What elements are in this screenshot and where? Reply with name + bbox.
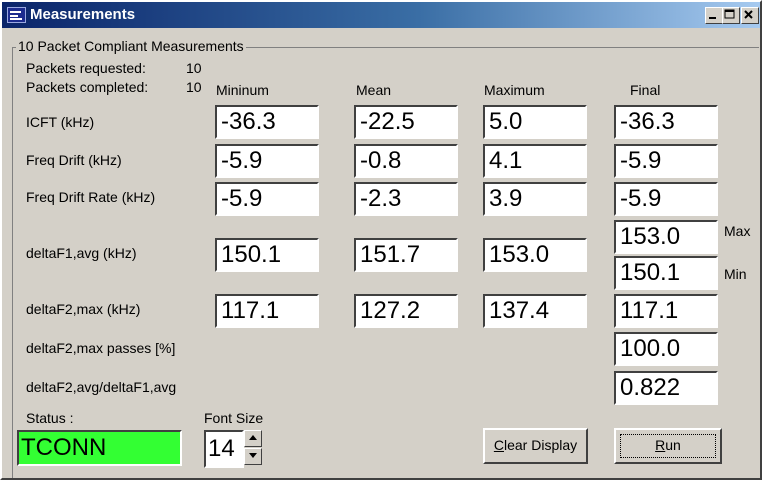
font-size-down-button[interactable]: [244, 448, 262, 465]
maximize-icon: [724, 9, 735, 19]
deltaf1-avg-min-field[interactable]: 150.1: [215, 238, 319, 272]
deltaf1-avg-final-max-field[interactable]: 153.0: [614, 220, 718, 254]
packets-completed-label: Packets completed:: [26, 79, 149, 95]
deltaf1-avg-max-field[interactable]: 153.0: [483, 238, 587, 272]
close-icon: [744, 10, 753, 19]
packets-completed-value: 10: [186, 79, 202, 95]
freq-drift-rate-max-field[interactable]: 3.9: [483, 182, 587, 216]
freq-drift-min-field[interactable]: -5.9: [215, 144, 319, 178]
status-label: Status :: [26, 410, 74, 426]
title-bar[interactable]: Measurements: [2, 2, 760, 28]
freq-drift-max-field[interactable]: 4.1: [483, 144, 587, 178]
row-label-deltaf1-avg: deltaF1,avg (kHz): [26, 245, 137, 261]
font-size-label: Font Size: [204, 410, 264, 426]
row-label-deltaf-ratio: deltaF2,avg/deltaF1,avg: [26, 379, 177, 395]
maximize-button[interactable]: [722, 7, 740, 24]
clear-display-label: lear Display: [503, 437, 578, 453]
window-title: Measurements: [30, 6, 136, 23]
run-button[interactable]: Run: [614, 428, 722, 464]
row-label-deltaf2-max: deltaF2,max (kHz): [26, 301, 141, 317]
packets-requested-value: 10: [186, 60, 202, 76]
freq-drift-rate-min-field[interactable]: -5.9: [215, 182, 319, 216]
deltaf2-max-max-field[interactable]: 137.4: [483, 294, 587, 328]
freq-drift-rate-mean-field[interactable]: -2.3: [354, 182, 458, 216]
status-indicator: TCONN: [17, 430, 182, 466]
clear-display-button[interactable]: Clear Display: [483, 428, 588, 464]
deltaf1-avg-mean-field[interactable]: 151.7: [354, 238, 458, 272]
deltaf1-avg-final-min-field[interactable]: 150.1: [614, 256, 718, 290]
packets-requested-label: Packets requested:: [26, 60, 146, 76]
row-label-freq-drift-rate: Freq Drift Rate (kHz): [26, 189, 156, 205]
font-size-field[interactable]: 14: [204, 430, 244, 468]
deltaf2-max-min-field[interactable]: 117.1: [215, 294, 319, 328]
group-label: 10 Packet Compliant Measurements: [16, 38, 246, 54]
spin-up-icon: [249, 435, 257, 440]
icft-mean-field[interactable]: -22.5: [354, 105, 458, 139]
freq-drift-mean-field[interactable]: -0.8: [354, 144, 458, 178]
minimize-button[interactable]: [705, 7, 723, 24]
column-header-final: Final: [630, 82, 661, 98]
icft-final-field[interactable]: -36.3: [614, 105, 718, 139]
icft-max-field[interactable]: 5.0: [483, 105, 587, 139]
final-max-tag: Max: [724, 223, 751, 239]
final-min-tag: Min: [724, 266, 747, 282]
column-header-max: Maximum: [484, 82, 545, 98]
row-label-icft: ICFT (kHz): [26, 114, 95, 130]
minimize-icon: [709, 17, 716, 19]
column-header-min: Mininum: [216, 82, 269, 98]
deltaf2-max-final-field[interactable]: 117.1: [614, 294, 718, 328]
freq-drift-rate-final-field[interactable]: -5.9: [614, 182, 718, 216]
clear-display-accel: C: [493, 437, 504, 453]
column-header-mean: Mean: [356, 82, 392, 98]
freq-drift-final-field[interactable]: -5.9: [614, 144, 718, 178]
close-button[interactable]: [741, 7, 759, 24]
deltaf2-max-passes-final-field[interactable]: 100.0: [614, 332, 718, 366]
deltaf2-max-mean-field[interactable]: 127.2: [354, 294, 458, 328]
row-label-freq-drift: Freq Drift (kHz): [26, 152, 122, 168]
run-focus-rect: [620, 434, 716, 458]
icft-min-field[interactable]: -36.3: [215, 105, 319, 139]
spin-down-icon: [249, 453, 257, 458]
row-label-deltaf2-max-passes: deltaF2,max passes [%]: [26, 340, 176, 356]
measurements-window: Measurements 10 Packet Compliant Measure…: [0, 0, 762, 480]
deltaf-ratio-final-field[interactable]: 0.822: [614, 371, 718, 405]
app-icon[interactable]: [7, 7, 26, 23]
font-size-up-button[interactable]: [244, 430, 262, 447]
